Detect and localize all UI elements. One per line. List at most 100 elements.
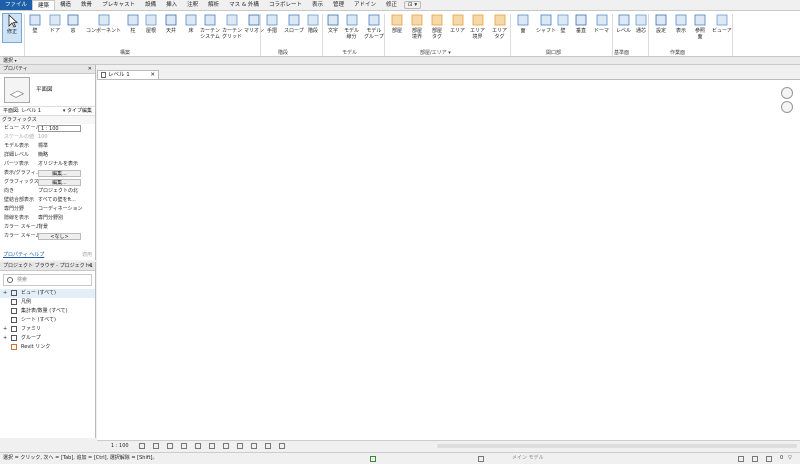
steering-wheel-icon[interactable] (781, 87, 793, 99)
ribbon-button-2[interactable]: 窓 (66, 13, 80, 34)
reveal-hidden-icon[interactable] (237, 443, 243, 449)
property-value[interactable]: 1 : 100 (38, 125, 81, 132)
property-value[interactable]: コーディネーション (38, 205, 95, 214)
instance-selector[interactable]: 平面図: レベル 1 ▾ タイプ編集 (0, 107, 95, 116)
ribbon-button-21[interactable]: エリア 境界 (470, 13, 485, 40)
tab-0[interactable]: ファイル (0, 0, 33, 10)
property-value[interactable]: 簡略 (38, 151, 95, 160)
view-scale[interactable]: 1 : 100 (111, 441, 129, 451)
property-value[interactable]: すべての壁をft... (38, 196, 95, 205)
ribbon-button-9[interactable]: カーテン グリッド (222, 13, 242, 40)
ribbon-button-31[interactable]: 表示 (674, 13, 688, 34)
ribbon-button-29[interactable]: 通芯 (634, 13, 648, 34)
tab-3[interactable]: 鉄骨 (76, 0, 97, 10)
filter-icon[interactable]: ▽ (788, 453, 792, 464)
tab-9[interactable]: マス & 外構 (224, 0, 264, 10)
tab-1[interactable]: 建築 (32, 0, 56, 10)
ribbon-button-14[interactable]: 文字 (326, 13, 340, 34)
highlight-displacement-icon[interactable] (279, 443, 285, 449)
edit-type-button[interactable]: ▾ タイプ編集 (63, 107, 92, 116)
ribbon-button-1[interactable]: ドア (48, 13, 62, 34)
expand-icon[interactable]: + (3, 325, 7, 334)
ribbon-button-13[interactable]: 階段 (306, 13, 320, 34)
expand-icon[interactable]: + (3, 334, 7, 343)
browser-tree-item[interactable]: Revit リンク (0, 343, 95, 352)
tab-extra-dropdown[interactable]: ⊡ ▾ (404, 1, 422, 9)
browser-tree-item[interactable]: 凡例 (0, 298, 95, 307)
tab-10[interactable]: コラボレート (264, 0, 307, 10)
property-value[interactable]: 専門分野別 (38, 214, 95, 223)
browser-tree-item[interactable]: + ビュー (すべて) (0, 289, 95, 298)
tab-13[interactable]: アドイン (349, 0, 381, 10)
select-dropdown[interactable]: 選択 (0, 58, 13, 64)
ribbon-button-5[interactable]: 屋根 (144, 13, 158, 34)
tab-7[interactable]: 注釈 (182, 0, 203, 10)
shadows-icon[interactable] (181, 443, 187, 449)
select-links-icon[interactable] (738, 456, 744, 462)
browser-tree-item[interactable]: シート (すべて) (0, 316, 95, 325)
property-value[interactable]: 標準 (38, 142, 95, 151)
ribbon-button-20[interactable]: エリア (450, 13, 465, 34)
tab-5[interactable]: 設備 (140, 0, 161, 10)
show-crop-icon[interactable] (209, 443, 215, 449)
sun-path-icon[interactable] (167, 443, 173, 449)
ribbon-button-15[interactable]: モデル 線分 (344, 13, 359, 40)
tab-8[interactable]: 解析 (203, 0, 224, 10)
active-model[interactable]: メイン モデル (512, 453, 544, 464)
ribbon-button-0[interactable]: 壁 (28, 13, 42, 34)
worksharing-icon[interactable] (251, 443, 257, 449)
tab-4[interactable]: プレキャスト (97, 0, 140, 10)
ribbon-button-12[interactable]: スロープ (284, 13, 304, 34)
ribbon-button-16[interactable]: モデル グループ (364, 13, 384, 40)
apply-button[interactable]: 適用 (82, 251, 92, 260)
ribbon-button-7[interactable]: 床 (184, 13, 198, 34)
browser-tree-item[interactable]: 集計表/数量 (すべて) (0, 307, 95, 316)
property-value[interactable]: 編集... (38, 179, 81, 186)
ribbon-button-18[interactable]: 部屋 境界 (410, 13, 424, 40)
ribbon-button-30[interactable]: 設定 (654, 13, 668, 34)
browser-search-input[interactable]: 検索 (3, 274, 92, 286)
close-icon[interactable]: ✕ (88, 65, 92, 74)
expand-icon[interactable]: + (3, 289, 7, 298)
property-value[interactable]: 編集... (38, 170, 81, 177)
property-value[interactable]: オリジナルを表示 (38, 160, 95, 169)
browser-tree-item[interactable]: + グループ (0, 334, 95, 343)
category-graphics[interactable]: グラフィックス (0, 116, 95, 124)
ribbon-button-26[interactable]: 垂直 (574, 13, 588, 34)
properties-help-link[interactable]: プロパティ ヘルプ (3, 252, 44, 258)
tab-12[interactable]: 管理 (328, 0, 349, 10)
property-value[interactable]: 背景 (38, 223, 95, 232)
type-selector[interactable]: 平面図 (0, 74, 95, 107)
horizontal-scrollbar[interactable] (437, 444, 797, 448)
ribbon-button-28[interactable]: レベル (616, 13, 631, 34)
ribbon-button-24[interactable]: シャフト (536, 13, 556, 34)
close-icon[interactable]: ✕ (150, 71, 155, 79)
tab-11[interactable]: 表示 (307, 0, 328, 10)
visual-style-icon[interactable] (153, 443, 159, 449)
ribbon-button-8[interactable]: カーテン システム (200, 13, 220, 40)
zoom-icon[interactable] (781, 101, 793, 113)
ribbon-button-19[interactable]: 部屋 タグ (430, 13, 444, 40)
property-value[interactable]: <なし> (38, 233, 81, 240)
tab-2[interactable]: 構造 (55, 0, 76, 10)
view-tab-level1[interactable]: レベル 1 ✕ (97, 70, 159, 79)
browser-tree-item[interactable]: + ファミリ (0, 325, 95, 334)
select-underlay-icon[interactable] (752, 456, 758, 462)
worksets-icon[interactable] (370, 456, 376, 462)
select-pinned-icon[interactable] (766, 456, 772, 462)
ribbon-button-11[interactable]: 手摺 (265, 13, 279, 34)
ribbon-button-10[interactable]: マリオン (244, 13, 264, 34)
ribbon-button-25[interactable]: 壁 (556, 13, 570, 34)
ribbon-button-23[interactable]: 面 (516, 13, 530, 34)
detail-level-icon[interactable] (139, 443, 145, 449)
design-options-icon[interactable] (478, 456, 484, 462)
property-value[interactable]: プロジェクトの北 (38, 187, 95, 196)
ribbon-button-17[interactable]: 部屋 (390, 13, 404, 34)
modify-button[interactable]: 修正 (2, 13, 22, 43)
tab-14[interactable]: 修正 (381, 0, 402, 10)
tab-6[interactable]: 挿入 (161, 0, 182, 10)
temporary-hide-icon[interactable] (223, 443, 229, 449)
analytical-model-icon[interactable] (265, 443, 271, 449)
ribbon-button-4[interactable]: 柱 (126, 13, 140, 34)
ribbon-button-6[interactable]: 天井 (164, 13, 178, 34)
